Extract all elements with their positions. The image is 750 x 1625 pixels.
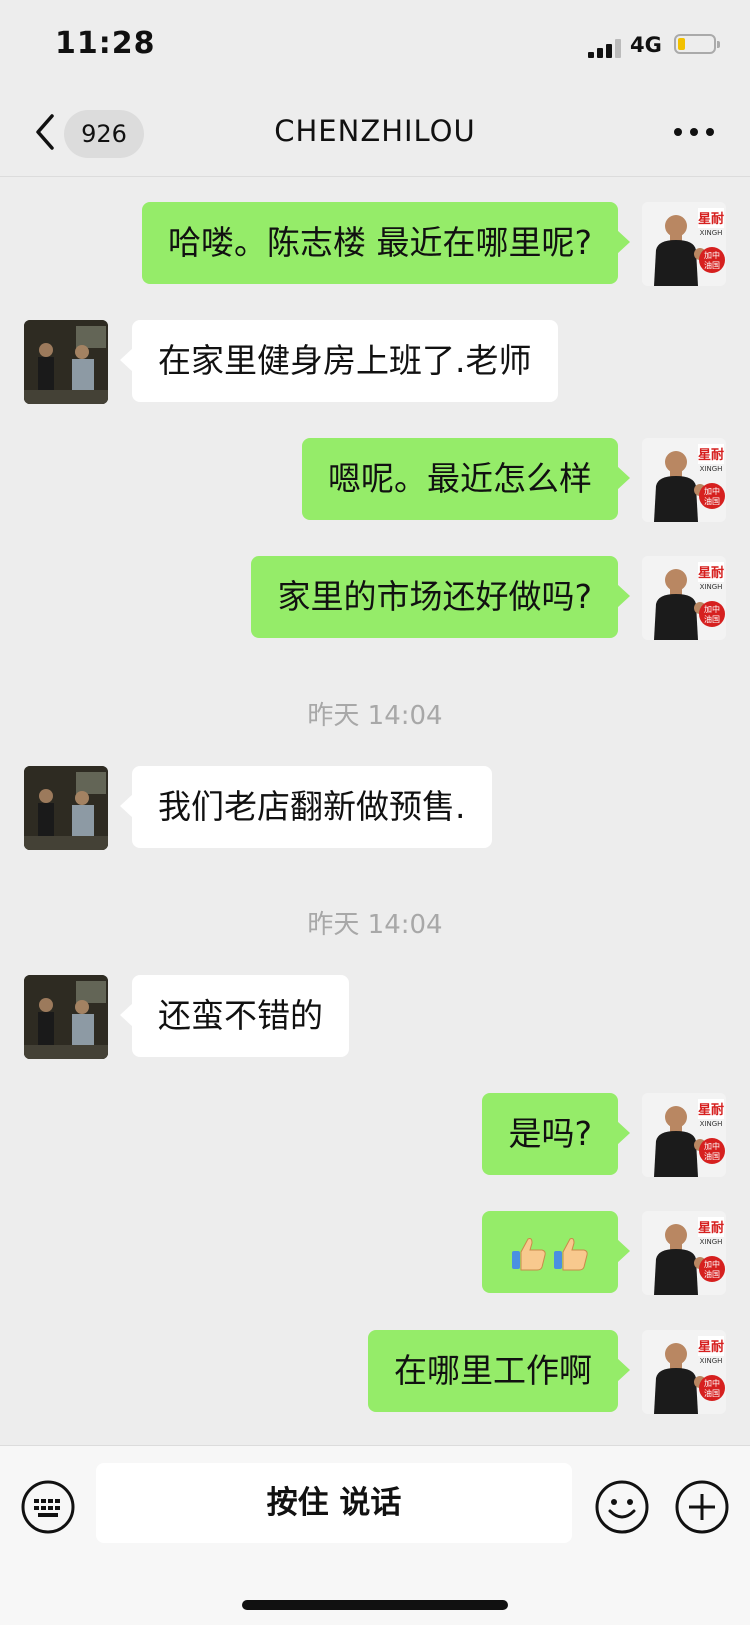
- svg-text:星耐: 星耐: [698, 565, 724, 581]
- keyboard-toggle-icon[interactable]: [20, 1479, 76, 1535]
- network-type: 4G: [630, 33, 662, 57]
- emoji-icon[interactable]: [594, 1479, 650, 1535]
- svg-text:XINGH: XINGH: [700, 583, 723, 591]
- chat-header: 926 CHENZHILOU: [0, 88, 750, 177]
- hold-to-talk-button[interactable]: 按住 说话: [96, 1463, 572, 1543]
- svg-text:油国: 油国: [704, 1388, 720, 1398]
- svg-text:加中: 加中: [704, 1378, 720, 1388]
- message-bubble[interactable]: [482, 1211, 630, 1293]
- my-avatar[interactable]: 星耐 XINGH 加中 油国: [642, 438, 726, 522]
- message-list[interactable]: 哈喽。陈志楼 最近在哪里呢? 星耐 XINGH 加中 油国 在家里健身房上班了.…: [0, 177, 750, 1445]
- message-bubble[interactable]: 家里的市场还好做吗?: [251, 556, 630, 638]
- my-avatar[interactable]: 星耐 XINGH 加中 油国: [642, 1211, 726, 1295]
- message-timestamp: 昨天 14:04: [307, 701, 443, 731]
- svg-text:加中: 加中: [704, 250, 720, 260]
- message-timestamp: 昨天 14:04: [307, 910, 443, 940]
- svg-text:油国: 油国: [704, 1269, 720, 1279]
- svg-text:加中: 加中: [704, 604, 720, 614]
- status-time: 11:28: [55, 26, 156, 61]
- svg-text:油国: 油国: [704, 614, 720, 624]
- chat-title: CHENZHILOU: [274, 114, 476, 148]
- more-options-icon[interactable]: [674, 128, 714, 138]
- svg-text:油国: 油国: [704, 1151, 720, 1161]
- battery-icon: [674, 34, 720, 54]
- svg-text:XINGH: XINGH: [700, 1238, 723, 1246]
- input-bar: 按住 说话: [0, 1445, 750, 1625]
- svg-text:星耐: 星耐: [698, 1220, 724, 1236]
- svg-text:XINGH: XINGH: [700, 229, 723, 237]
- my-avatar[interactable]: 星耐 XINGH 加中 油国: [642, 1093, 726, 1177]
- svg-text:XINGH: XINGH: [700, 1120, 723, 1128]
- svg-text:加中: 加中: [704, 486, 720, 496]
- status-bar: 11:28 4G: [0, 0, 750, 88]
- svg-text:加中: 加中: [704, 1141, 720, 1151]
- message-bubble[interactable]: 哈喽。陈志楼 最近在哪里呢?: [141, 202, 631, 284]
- message-bubble[interactable]: 嗯呢。最近怎么样: [302, 438, 630, 520]
- home-indicator: [242, 1600, 508, 1610]
- svg-text:星耐: 星耐: [698, 447, 724, 463]
- svg-text:油国: 油国: [704, 496, 720, 506]
- message-bubble[interactable]: 我们老店翻新做预售.: [120, 766, 492, 848]
- contact-avatar[interactable]: [24, 766, 108, 850]
- message-bubble[interactable]: 是吗?: [482, 1093, 630, 1175]
- message-bubble[interactable]: 在哪里工作啊: [368, 1330, 630, 1412]
- svg-text:星耐: 星耐: [698, 1339, 724, 1355]
- svg-text:星耐: 星耐: [698, 211, 724, 227]
- cellular-signal-icon: [588, 38, 622, 58]
- svg-text:油国: 油国: [704, 260, 720, 270]
- message-bubble[interactable]: 在家里健身房上班了.老师: [120, 320, 558, 402]
- svg-text:星耐: 星耐: [698, 1102, 724, 1118]
- svg-text:加中: 加中: [704, 1259, 720, 1269]
- thumbs-up-icon: [510, 1211, 548, 1293]
- contact-avatar[interactable]: [24, 320, 108, 404]
- svg-text:XINGH: XINGH: [700, 1357, 723, 1365]
- add-attachment-icon[interactable]: [674, 1479, 730, 1535]
- message-bubble[interactable]: 还蛮不错的: [120, 975, 349, 1057]
- my-avatar[interactable]: 星耐 XINGH 加中 油国: [642, 556, 726, 640]
- my-avatar[interactable]: 星耐 XINGH 加中 油国: [642, 1330, 726, 1414]
- thumbs-up-icon: [552, 1211, 590, 1293]
- my-avatar[interactable]: 星耐 XINGH 加中 油国: [642, 202, 726, 286]
- svg-text:XINGH: XINGH: [700, 465, 723, 473]
- contact-avatar[interactable]: [24, 975, 108, 1059]
